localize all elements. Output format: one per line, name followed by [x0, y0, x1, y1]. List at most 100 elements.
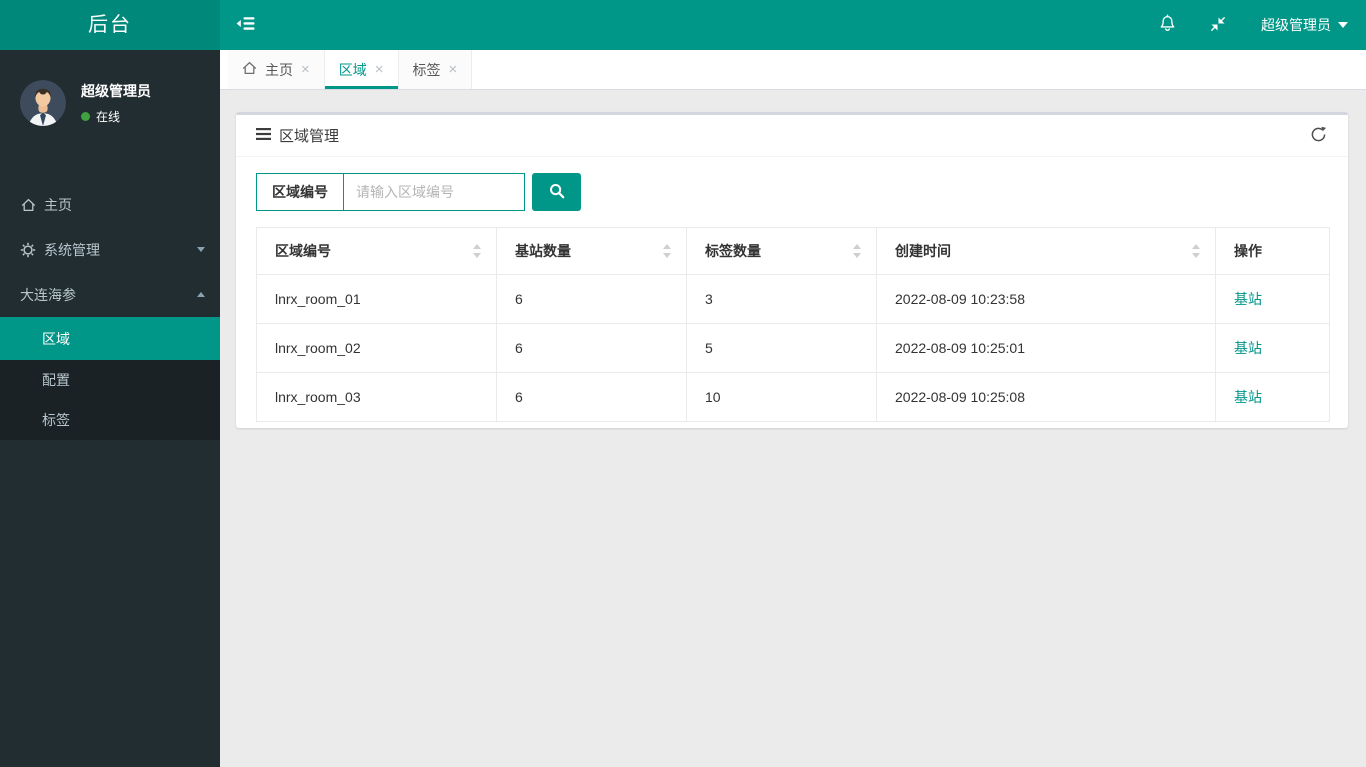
cell-region-code: lnrx_room_02	[256, 323, 497, 373]
tab-label: 主页	[265, 61, 293, 78]
base-station-link[interactable]: 基站	[1234, 340, 1262, 356]
search-field-label: 区域编号	[256, 173, 344, 211]
top-header: 后台 超级管理员	[0, 0, 1366, 50]
chevron-down-icon	[197, 247, 205, 252]
panel-title-label: 区域管理	[279, 128, 340, 145]
cell-base-stations: 6	[496, 372, 687, 422]
cell-created-time: 2022-08-09 10:25:08	[876, 372, 1216, 422]
sidebar-subitem-tag[interactable]: 标签	[0, 400, 220, 440]
column-label: 标签数量	[705, 243, 761, 259]
cell-tags: 3	[686, 274, 877, 324]
sort-carets-icon	[1192, 244, 1201, 258]
sidebar-subitem-config[interactable]: 配置	[0, 360, 220, 400]
app-root: 后台 超级管理员 超级管理员 在线 主页 系统管理 大连海参 区域 配置 标签 …	[0, 0, 1366, 767]
sort-carets-icon	[473, 244, 482, 258]
column-header-base-stations[interactable]: 基站数量	[496, 227, 687, 275]
region-table: 区域编号 基站数量 标签数量 创建时间 操作 lnrx_room_01 6 3 …	[256, 227, 1330, 422]
cell-actions: 基站	[1215, 323, 1330, 373]
table-header-row: 区域编号 基站数量 标签数量 创建时间 操作	[256, 227, 1330, 275]
user-menu[interactable]: 超级管理员	[1243, 0, 1366, 50]
cell-base-stations: 6	[496, 323, 687, 373]
base-station-link[interactable]: 基站	[1234, 291, 1262, 307]
region-panel: 区域管理 区域编号 请输入区域编号 区域编号 基站数量 标签数量 创建时间 操作…	[236, 112, 1348, 428]
user-name: 超级管理员	[81, 83, 151, 99]
sort-carets-icon	[663, 244, 672, 258]
bell-icon	[1158, 14, 1177, 36]
cell-actions: 基站	[1215, 372, 1330, 422]
tab-home[interactable]: 主页 ×	[228, 50, 325, 89]
cell-region-code: lnrx_room_01	[256, 274, 497, 324]
user-status: 在线	[81, 108, 151, 125]
home-icon	[20, 198, 36, 212]
cell-created-time: 2022-08-09 10:25:01	[876, 323, 1216, 373]
content-area: 主页 × 区域 × 标签 × 区域管理 区域编号 请输入区域编号 区域编号 基站…	[220, 50, 1366, 767]
sidebar-item-label: 大连海参	[20, 286, 76, 303]
search-icon	[549, 183, 565, 202]
panel-title: 区域管理	[256, 125, 339, 146]
cell-actions: 基站	[1215, 274, 1330, 324]
sort-carets-icon	[853, 244, 862, 258]
column-header-tags[interactable]: 标签数量	[686, 227, 877, 275]
compress-icon	[1209, 15, 1227, 36]
cell-created-time: 2022-08-09 10:23:58	[876, 274, 1216, 324]
tab-tag[interactable]: 标签 ×	[398, 50, 473, 89]
home-icon	[242, 61, 257, 78]
caret-down-icon	[1338, 22, 1348, 28]
close-icon[interactable]: ×	[449, 62, 458, 77]
sidebar-toggle-button[interactable]	[220, 0, 272, 50]
list-icon	[256, 127, 271, 144]
sidebar-submenu: 区域 配置 标签	[0, 317, 220, 440]
column-header-region-code[interactable]: 区域编号	[256, 227, 497, 275]
sidebar-item-home[interactable]: 主页	[0, 182, 220, 227]
sidebar-item-system[interactable]: 系统管理	[0, 227, 220, 272]
brand-logo[interactable]: 后台	[0, 0, 220, 50]
tab-region[interactable]: 区域 ×	[324, 50, 399, 89]
refresh-icon	[1310, 126, 1327, 146]
column-header-actions: 操作	[1215, 227, 1330, 275]
table-row: lnrx_room_01 6 3 2022-08-09 10:23:58 基站	[256, 274, 1330, 324]
tab-bar: 主页 × 区域 × 标签 ×	[220, 50, 1366, 90]
gear-icon	[20, 242, 36, 258]
refresh-button[interactable]	[1307, 123, 1330, 149]
table-row: lnrx_room_03 6 10 2022-08-09 10:25:08 基站	[256, 372, 1330, 422]
user-panel: 超级管理员 在线	[0, 50, 220, 154]
tab-label: 标签	[412, 61, 441, 78]
online-dot	[81, 112, 90, 121]
navbar: 超级管理员	[220, 0, 1366, 50]
notifications-button[interactable]	[1142, 0, 1193, 50]
avatar	[20, 80, 66, 126]
page-content: 区域管理 区域编号 请输入区域编号 区域编号 基站数量 标签数量 创建时间 操作…	[220, 90, 1366, 428]
base-station-link[interactable]: 基站	[1234, 389, 1262, 405]
user-status-label: 在线	[96, 110, 121, 124]
fullscreen-button[interactable]	[1193, 0, 1243, 50]
sidebar-subitem-label: 区域	[42, 330, 70, 347]
sidebar-item-label: 主页	[44, 196, 72, 213]
column-header-created-time[interactable]: 创建时间	[876, 227, 1216, 275]
outdent-icon	[236, 16, 256, 34]
table-row: lnrx_room_02 6 5 2022-08-09 10:25:01 基站	[256, 323, 1330, 373]
chevron-up-icon	[197, 292, 205, 297]
column-label: 区域编号	[275, 243, 331, 259]
cell-tags: 10	[686, 372, 877, 422]
cell-region-code: lnrx_room_03	[256, 372, 497, 422]
close-icon[interactable]: ×	[301, 62, 310, 77]
navbar-right: 超级管理员	[1142, 0, 1366, 50]
region-code-input[interactable]	[344, 173, 525, 211]
sidebar-subitem-label: 配置	[42, 372, 70, 388]
tab-label: 区域	[338, 61, 367, 78]
sidebar-subitem-region[interactable]: 区域	[0, 317, 220, 360]
column-label: 操作	[1234, 243, 1262, 259]
panel-header: 区域管理	[236, 115, 1348, 157]
close-icon[interactable]: ×	[375, 62, 384, 77]
sidebar-subitem-label: 标签	[42, 412, 70, 428]
sidebar-menu: 主页 系统管理 大连海参 区域 配置 标签	[0, 182, 220, 440]
cell-base-stations: 6	[496, 274, 687, 324]
search-button[interactable]	[532, 173, 581, 211]
column-label: 基站数量	[515, 243, 571, 259]
user-menu-label: 超级管理员	[1261, 17, 1331, 33]
user-info: 超级管理员 在线	[81, 81, 151, 125]
sidebar-item-label: 系统管理	[44, 241, 100, 258]
panel-body: 区域编号 请输入区域编号 区域编号 基站数量 标签数量 创建时间 操作 lnrx…	[236, 157, 1348, 428]
sidebar-item-dalian[interactable]: 大连海参	[0, 272, 220, 317]
sidebar: 超级管理员 在线 主页 系统管理 大连海参 区域 配置 标签	[0, 50, 220, 767]
